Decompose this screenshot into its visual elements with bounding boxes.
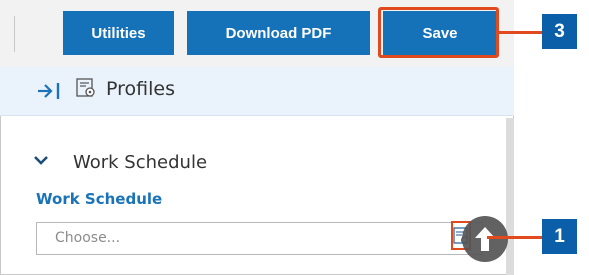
callout-badge-3: 3 (542, 14, 577, 49)
toolbar-divider (14, 16, 15, 52)
chevron-down-icon[interactable] (33, 153, 49, 167)
scroll-to-top-button[interactable] (462, 216, 508, 262)
collapse-right-icon[interactable] (36, 80, 66, 102)
callout-line-3 (499, 31, 542, 34)
select-placeholder: Choose... (55, 230, 121, 246)
save-highlight-box (378, 7, 499, 58)
callout-line-1 (487, 236, 542, 239)
profiles-icon (76, 78, 95, 97)
callout-badge-1: 1 (542, 219, 577, 254)
field-label: Work Schedule (36, 190, 163, 208)
arrow-up-icon (475, 227, 495, 251)
panel-title: Profiles (106, 78, 175, 100)
download-pdf-button[interactable]: Download PDF (187, 11, 370, 55)
utilities-button[interactable]: Utilities (63, 11, 174, 55)
section-title[interactable]: Work Schedule (73, 152, 207, 173)
scrollbar[interactable] (506, 118, 514, 275)
